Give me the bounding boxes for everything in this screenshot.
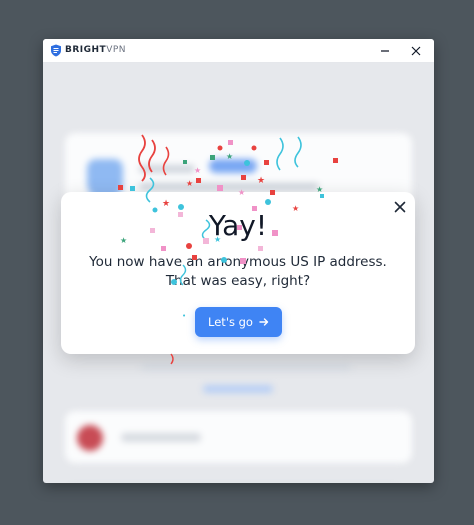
success-dialog: Yay! You now have an anonymous US IP add…	[61, 192, 415, 354]
minimize-icon	[381, 49, 389, 52]
app-brand-name: BRIGHTVPN	[65, 45, 127, 55]
lets-go-label: Let's go	[208, 315, 253, 329]
title-bar: BRIGHTVPN	[43, 39, 434, 63]
bright-vpn-logo-icon	[51, 44, 61, 57]
minimize-button[interactable]	[374, 39, 396, 62]
window-close-button[interactable]	[405, 39, 427, 62]
arrow-right-icon	[259, 318, 269, 326]
dialog-title: Yay!	[208, 209, 268, 242]
close-icon	[411, 46, 421, 55]
lets-go-button[interactable]: Let's go	[195, 307, 282, 337]
dialog-message: You now have an anonymous US IP address.…	[89, 254, 387, 289]
